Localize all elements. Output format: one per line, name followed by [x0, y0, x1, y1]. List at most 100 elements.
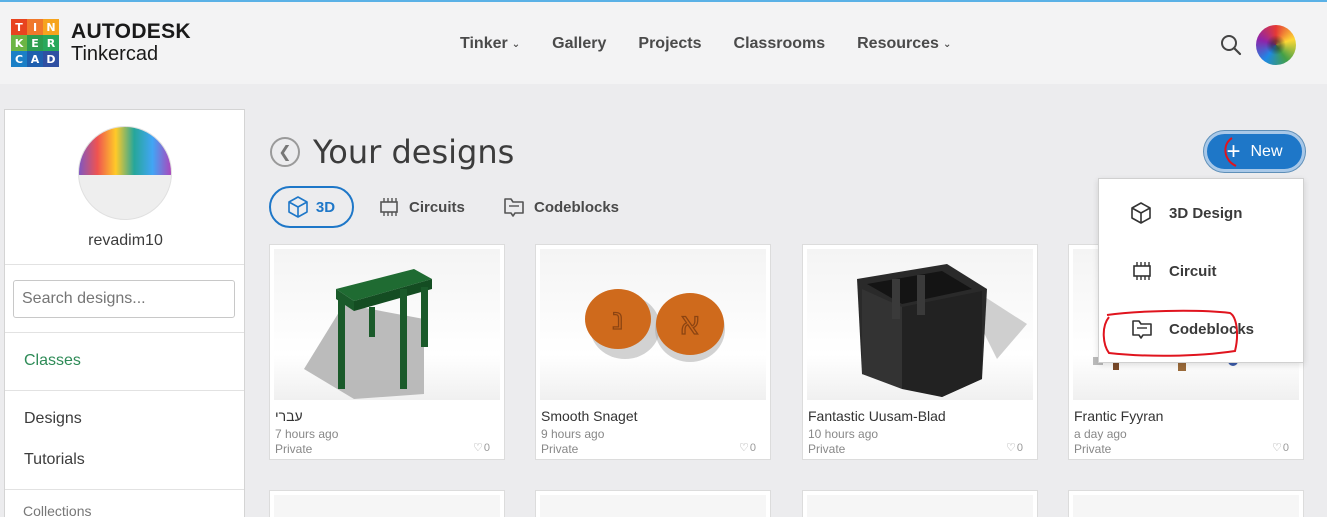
heart-icon: ♡	[1006, 442, 1016, 454]
codeblocks-icon	[504, 198, 524, 217]
design-card[interactable]	[269, 490, 505, 517]
search-icon[interactable]	[1220, 34, 1242, 56]
tinkercad-logo[interactable]: TINKERCAD	[11, 19, 59, 67]
nav-resources-label: Resources	[857, 35, 939, 52]
sidebar-item-tutorials[interactable]: Tutorials	[24, 451, 85, 469]
plus-icon: +	[1226, 137, 1241, 165]
new-design-menu: 3D Design Circuit Codeblocks	[1098, 178, 1304, 363]
design-name[interactable]: Smooth Snaget	[541, 408, 638, 424]
user-avatar[interactable]	[1256, 25, 1296, 65]
nav-gallery-label: Gallery	[552, 35, 607, 52]
nav-resources[interactable]: Resources ⌄	[857, 35, 951, 53]
design-name[interactable]: Frantic Fyyran	[1074, 408, 1163, 424]
design-card[interactable]	[802, 490, 1038, 517]
heart-icon: ♡	[739, 442, 749, 454]
logo-letter: A	[27, 51, 43, 67]
box-model-image	[857, 264, 1027, 397]
tab-codeblocks-label: Codeblocks	[534, 198, 620, 216]
nav-tinker-label: Tinker	[460, 35, 508, 52]
nav-projects[interactable]: Projects	[638, 35, 701, 53]
divider	[5, 332, 244, 333]
menu-item-label: Codeblocks	[1169, 320, 1255, 338]
brand-product: Tinkercad	[71, 43, 159, 65]
design-card[interactable]: עברי 7 hours ago Private ♡ 0	[269, 244, 505, 460]
profile-picture[interactable]	[78, 126, 172, 220]
cube-icon	[288, 196, 308, 218]
coins-model-image: נ א	[585, 289, 725, 362]
design-name[interactable]: עברי	[275, 408, 303, 424]
new-button-label: New	[1250, 142, 1283, 160]
logo-letter: E	[27, 35, 43, 51]
sidebar-item-classes[interactable]: Classes	[24, 352, 81, 370]
top-bar: TINKERCAD AUTODESK Tinkercad Tinker ⌄ Gal…	[0, 0, 1327, 84]
likes-count: 0	[1016, 441, 1023, 454]
menu-item-circuit[interactable]: Circuit	[1099, 251, 1305, 291]
nav-classrooms[interactable]: Classrooms	[734, 35, 826, 53]
nav-gallery[interactable]: Gallery	[552, 35, 606, 53]
new-button[interactable]: + New	[1204, 131, 1305, 172]
design-thumbnail[interactable]	[807, 495, 1033, 517]
nav-projects-label: Projects	[638, 35, 702, 52]
main-nav: Tinker ⌄ Gallery Projects Classrooms Reso…	[460, 35, 983, 53]
cube-icon	[1131, 202, 1151, 224]
menu-item-codeblocks[interactable]: Codeblocks	[1099, 309, 1305, 349]
logo-letter: D	[43, 51, 59, 67]
likes-count: 0	[749, 441, 756, 454]
divider	[5, 264, 244, 265]
brand-name[interactable]: AUTODESK Tinkercad	[71, 20, 191, 66]
divider	[5, 390, 244, 391]
chip-icon	[1133, 262, 1151, 280]
sidebar-item-designs[interactable]: Designs	[24, 410, 82, 428]
likes[interactable]: ♡ 0	[1006, 441, 1023, 455]
sidebar-item-collections[interactable]: Collections	[23, 503, 91, 517]
design-card[interactable]	[1068, 490, 1304, 517]
design-time: 7 hours ago	[275, 427, 339, 441]
likes[interactable]: ♡ 0	[473, 441, 490, 455]
tab-3d-label: 3D	[315, 198, 336, 216]
design-thumbnail[interactable]	[540, 495, 766, 517]
design-card[interactable]: נ א Smooth Snaget 9 hours ago Private ♡ 0	[535, 244, 771, 460]
logo-letter: I	[27, 19, 43, 35]
nav-tinker[interactable]: Tinker ⌄	[460, 35, 520, 53]
search-designs-input[interactable]	[13, 280, 235, 318]
design-thumbnail[interactable]	[807, 249, 1033, 400]
coin-letter-right: א	[679, 304, 700, 342]
tab-3d[interactable]: 3D	[269, 186, 354, 228]
sidebar: revadim10 Classes Designs Tutorials Coll…	[4, 109, 245, 517]
design-card[interactable]	[535, 490, 771, 517]
design-thumbnail[interactable]	[274, 495, 500, 517]
menu-item-3d-design[interactable]: 3D Design	[1099, 193, 1305, 233]
username[interactable]: revadim10	[5, 232, 246, 250]
chevron-down-icon: ⌄	[511, 38, 521, 50]
heart-icon: ♡	[473, 442, 483, 454]
menu-item-label: Circuit	[1169, 262, 1217, 280]
coin-letter-left: נ	[612, 302, 624, 337]
design-thumbnail[interactable]: נ א	[540, 249, 766, 400]
design-visibility: Private	[541, 442, 579, 456]
design-time: 10 hours ago	[808, 427, 879, 441]
design-time: a day ago	[1074, 427, 1127, 441]
likes-count: 0	[483, 441, 490, 454]
chip-icon	[380, 198, 398, 216]
brand-company: AUTODESK	[71, 20, 191, 43]
design-time: 9 hours ago	[541, 427, 605, 441]
chevron-left-icon: ❮	[278, 144, 292, 161]
design-thumbnail[interactable]	[1073, 495, 1299, 517]
design-visibility: Private	[808, 442, 846, 456]
design-name[interactable]: Fantastic Uusam-Blad	[808, 408, 946, 424]
likes[interactable]: ♡ 0	[1272, 441, 1289, 455]
likes[interactable]: ♡ 0	[739, 441, 756, 455]
menu-item-label: 3D Design	[1169, 204, 1243, 222]
design-thumbnail[interactable]	[274, 249, 500, 400]
logo-letter: N	[43, 19, 59, 35]
tab-codeblocks[interactable]: Codeblocks	[503, 186, 619, 228]
back-button[interactable]: ❮	[270, 137, 300, 167]
tab-circuits[interactable]: Circuits	[378, 186, 465, 228]
chevron-down-icon: ⌄	[942, 38, 952, 50]
likes-count: 0	[1282, 441, 1289, 454]
logo-letter: C	[11, 51, 27, 67]
nav-classrooms-label: Classrooms	[733, 35, 826, 52]
design-card[interactable]: Fantastic Uusam-Blad 10 hours ago Privat…	[802, 244, 1038, 460]
logo-letter: R	[43, 35, 59, 51]
design-visibility: Private	[275, 442, 313, 456]
